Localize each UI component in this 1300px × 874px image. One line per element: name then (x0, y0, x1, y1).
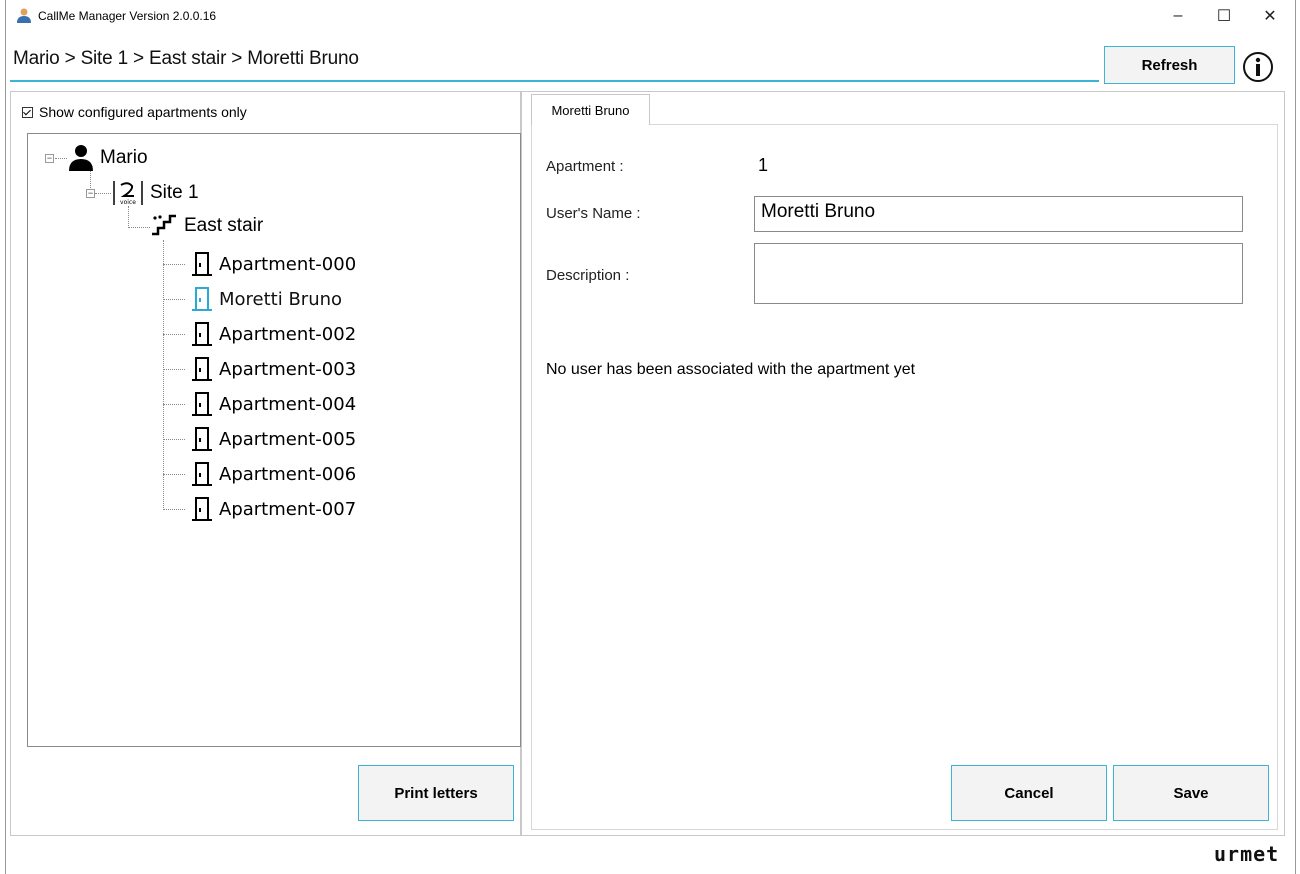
stairs-icon (152, 214, 176, 236)
cancel-button[interactable]: Cancel (951, 765, 1107, 821)
breadcrumb: Mario > Site 1 > East stair > Moretti Br… (13, 48, 359, 69)
tab-apartment[interactable]: Moretti Bruno (531, 94, 650, 125)
door-icon (192, 497, 212, 521)
description-label: Description : (546, 267, 630, 284)
tree-node-label: Apartment-002 (219, 323, 357, 345)
tree-node-apartment[interactable]: Apartment-003 (191, 356, 356, 382)
apartment-tree[interactable]: − − Mario voice Site 1 East stair Apartm… (27, 133, 521, 747)
tree-node-apartment[interactable]: Apartment-007 (191, 496, 356, 522)
voice-system-icon: voice (113, 181, 143, 206)
save-button[interactable]: Save (1113, 765, 1269, 821)
door-icon (192, 462, 212, 486)
tree-node-apartment[interactable]: Apartment-002 (191, 321, 356, 347)
door-icon (192, 357, 212, 381)
print-letters-button[interactable]: Print letters (358, 765, 514, 821)
maximize-button[interactable]: ☐ (1201, 0, 1247, 32)
tree-node-label: Apartment-007 (219, 498, 357, 520)
collapse-site-icon[interactable]: − (86, 189, 95, 198)
user-icon (69, 145, 93, 171)
tree-node-apartment-selected[interactable]: Moretti Bruno (191, 286, 342, 312)
user-app-icon (17, 8, 31, 23)
door-icon (192, 322, 212, 346)
association-note: No user has been associated with the apa… (546, 361, 916, 378)
minimize-button[interactable]: – (1155, 0, 1201, 32)
door-icon (192, 252, 212, 276)
tree-node-label: Apartment-004 (219, 393, 357, 415)
tree-node-root[interactable]: Mario (68, 144, 148, 172)
apartment-value: 1 (758, 155, 769, 175)
tree-node-label: East stair (184, 215, 264, 236)
close-button[interactable]: ✕ (1247, 0, 1293, 32)
checkbox-checked-icon[interactable] (22, 106, 33, 118)
tree-node-label: Site 1 (150, 182, 199, 203)
urmet-logo: urmet (1214, 842, 1280, 866)
tree-node-label: Apartment-003 (219, 358, 357, 380)
description-input[interactable] (754, 243, 1243, 304)
tree-node-label: Apartment-000 (219, 253, 357, 275)
tree-node-stair[interactable]: East stair (150, 214, 263, 238)
username-input[interactable]: Moretti Bruno (754, 196, 1243, 232)
door-icon-selected (192, 287, 212, 311)
tree-node-label: Moretti Bruno (219, 288, 343, 310)
tree-node-apartment[interactable]: Apartment-005 (191, 426, 356, 452)
window-title: CallMe Manager Version 2.0.0.16 (38, 9, 217, 23)
tree-node-apartment[interactable]: Apartment-004 (191, 391, 356, 417)
door-icon (192, 392, 212, 416)
door-icon (192, 427, 212, 451)
show-configured-label: Show configured apartments only (39, 104, 247, 120)
info-icon[interactable] (1241, 50, 1275, 84)
collapse-root-icon[interactable]: − (45, 154, 54, 163)
title-bar[interactable]: CallMe Manager Version 2.0.0.16 – ☐ ✕ (6, 0, 1295, 32)
apartment-label: Apartment : (546, 158, 624, 175)
show-configured-checkbox[interactable]: Show configured apartments only (22, 104, 247, 120)
tree-node-label: Mario (100, 147, 148, 168)
tree-node-site[interactable]: voice Site 1 (112, 179, 199, 207)
tree-node-apartment[interactable]: Apartment-000 (191, 251, 356, 277)
username-label: User's Name : (546, 205, 641, 222)
svg-text:voice: voice (120, 199, 136, 206)
tree-node-apartment[interactable]: Apartment-006 (191, 461, 356, 487)
refresh-button[interactable]: Refresh (1104, 46, 1235, 84)
tree-node-label: Apartment-006 (219, 463, 357, 485)
breadcrumb-underline (10, 80, 1099, 82)
tree-node-label: Apartment-005 (219, 428, 357, 450)
